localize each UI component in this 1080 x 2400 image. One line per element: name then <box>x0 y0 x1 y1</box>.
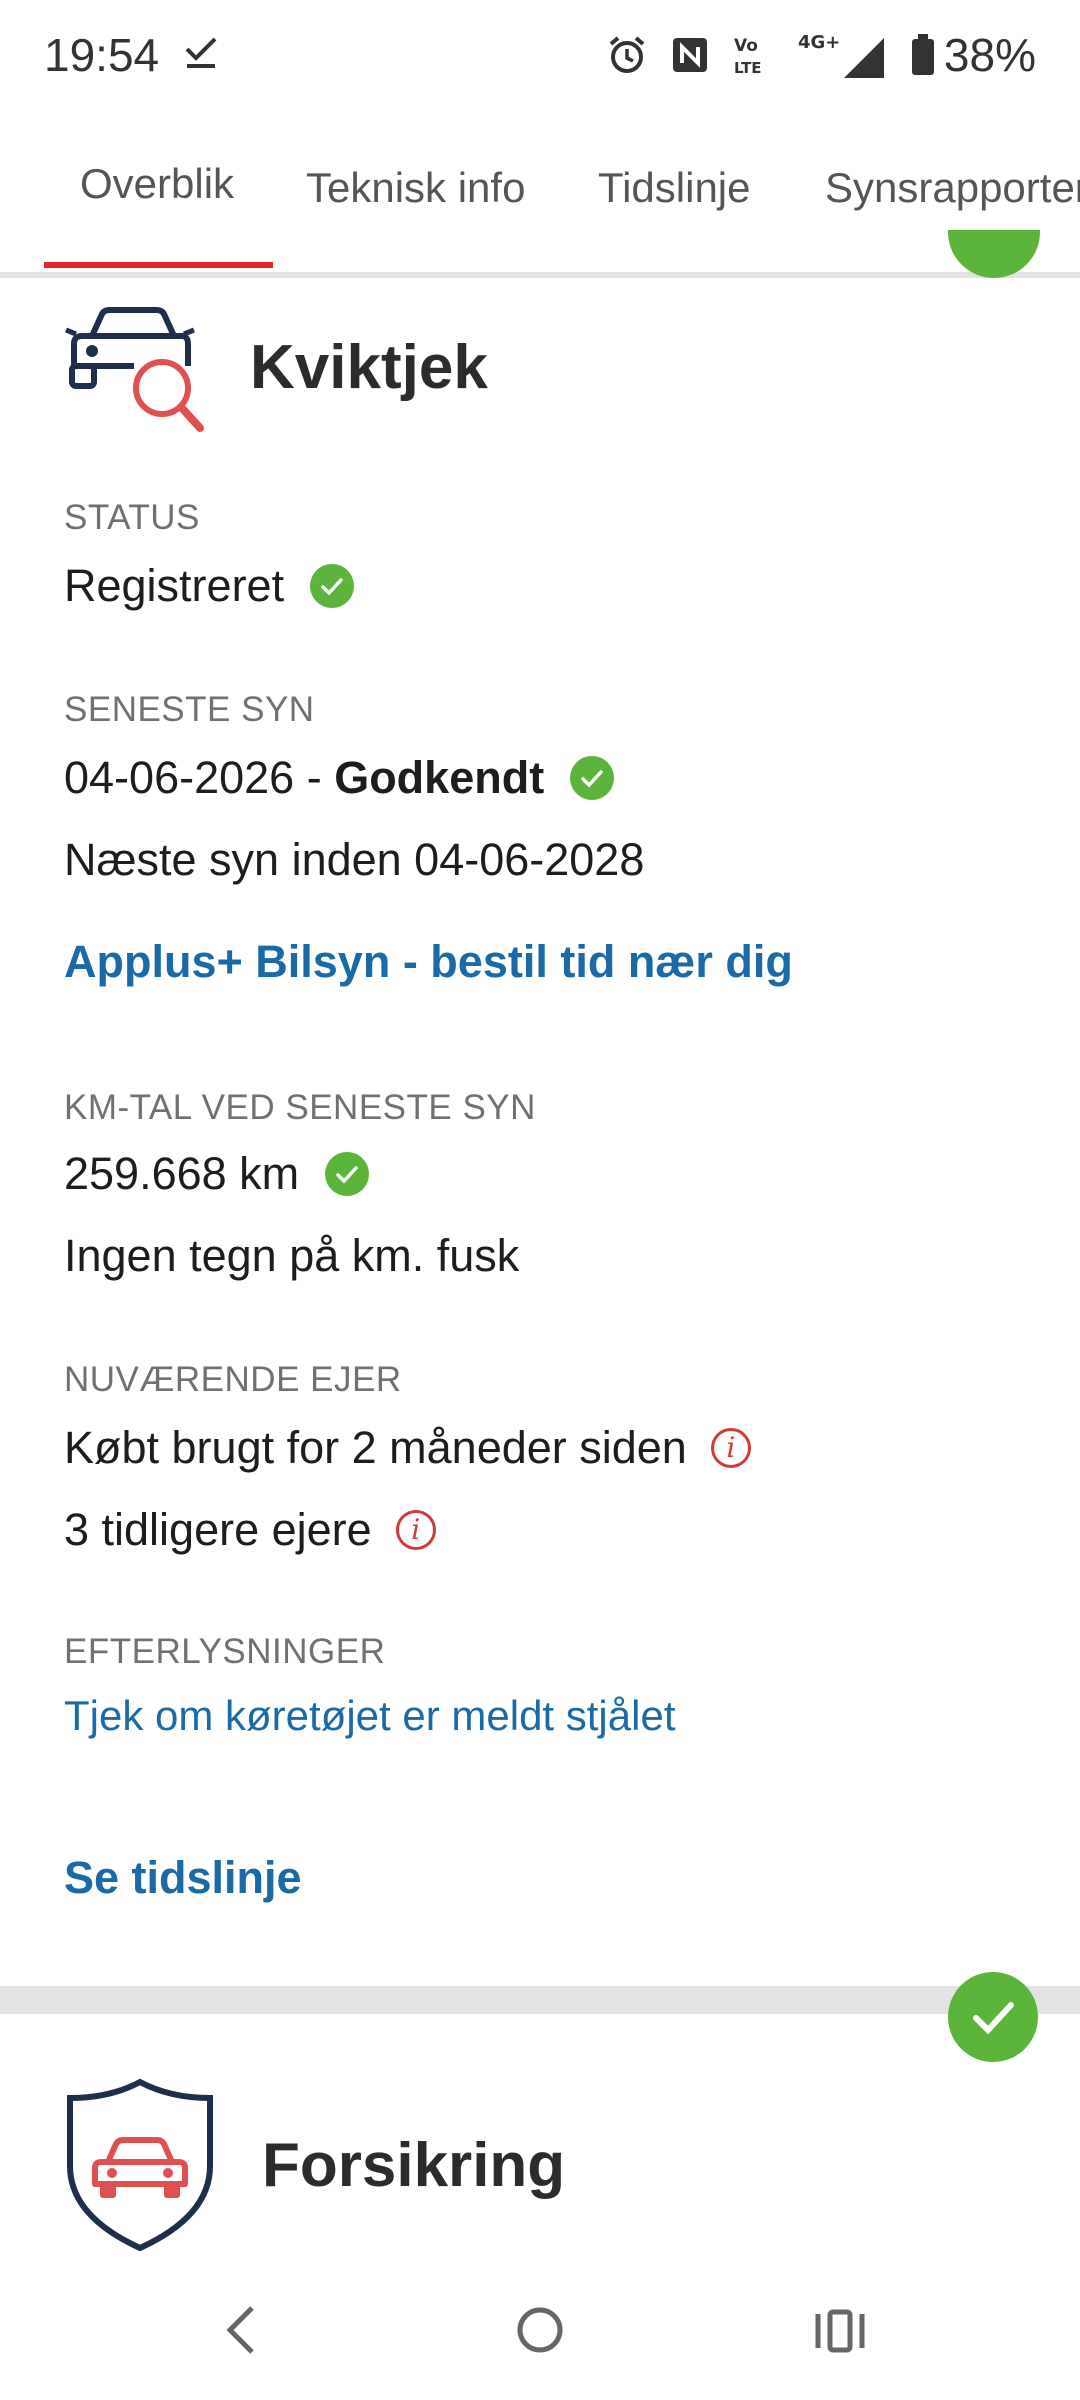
ejer-bought-row: Købt brugt for 2 måneder siden i <box>64 1422 751 1474</box>
ejer-bought: Købt brugt for 2 måneder siden <box>64 1422 687 1473</box>
status-bar: 19:54 Vo LTE 4G+ 38% <box>0 0 1080 110</box>
km-label: KM-TAL VED SENESTE SYN <box>64 1088 536 1127</box>
forsikring-check-icon <box>948 1972 1038 2062</box>
seneste-syn-label: SENESTE SYN <box>64 690 315 729</box>
info-icon[interactable]: i <box>395 1510 436 1550</box>
km-row: 259.668 km <box>64 1148 370 1200</box>
alarm-icon <box>606 34 648 76</box>
recents-icon[interactable] <box>810 2290 870 2375</box>
status-row: Registreret <box>64 560 355 612</box>
km-note: Ingen tegn på km. fusk <box>64 1230 520 1281</box>
system-nav-bar <box>0 2260 1080 2400</box>
tab-teknisk-info[interactable]: Teknisk info <box>306 164 525 212</box>
tab-overblik[interactable]: Overblik <box>80 160 234 208</box>
syn-date: 04-06-2026 <box>64 752 295 803</box>
next-syn-text: Næste syn inden 04-06-2028 <box>64 834 645 885</box>
home-icon[interactable] <box>512 2290 568 2375</box>
shield-car-icon <box>60 2076 220 2261</box>
tab-tidslinje[interactable]: Tidslinje <box>598 164 751 212</box>
car-search-icon <box>62 296 212 451</box>
volte-icon: Vo LTE <box>732 33 776 77</box>
active-tab-indicator <box>44 262 273 268</box>
battery-level: 38% <box>943 29 1036 81</box>
tab-bar: Overblik Teknisk info Tidslinje Synsrapp… <box>0 110 1080 278</box>
applus-booking-link[interactable]: Applus+ Bilsyn - bestil tid nær dig <box>64 936 793 988</box>
efterlysninger-label: EFTERLYSNINGER <box>64 1632 386 1671</box>
back-icon[interactable] <box>216 2290 266 2375</box>
forsikring-title: Forsikring <box>262 2131 566 2200</box>
svg-text:Vo: Vo <box>734 36 758 56</box>
see-timeline-link[interactable]: Se tidslinje <box>64 1852 302 1904</box>
kviktjek-title: Kviktjek <box>250 333 488 402</box>
status-check-badge <box>948 230 1040 278</box>
status-time: 19:54 <box>44 29 160 81</box>
status-label: STATUS <box>64 498 200 537</box>
nfc-icon <box>670 35 710 75</box>
svg-text:4G+: 4G+ <box>798 32 840 53</box>
tab-synsrapporter[interactable]: Synsrapporter <box>825 164 1080 212</box>
section-divider <box>0 1986 1080 2014</box>
check-circle-icon <box>310 564 355 608</box>
check-icon <box>181 28 221 82</box>
km-value: 259.668 km <box>64 1148 300 1199</box>
syn-separator: - <box>294 752 335 803</box>
check-circle-icon <box>570 756 615 800</box>
syn-result: Godkendt <box>334 752 545 803</box>
check-circle-icon <box>325 1152 370 1196</box>
battery-icon <box>910 33 936 77</box>
ejer-label: NUVÆRENDE EJER <box>64 1360 402 1399</box>
ejer-previous-row: 3 tidligere ejere i <box>64 1504 436 1556</box>
info-icon[interactable]: i <box>710 1428 751 1468</box>
status-value: Registreret <box>64 560 285 611</box>
stolen-check-link[interactable]: Tjek om køretøjet er meldt stjålet <box>64 1692 675 1740</box>
seneste-syn-row: 04-06-2026 - Godkendt <box>64 752 615 804</box>
svg-text:LTE: LTE <box>734 59 762 77</box>
ejer-previous: 3 tidligere ejere <box>64 1504 372 1555</box>
signal-4g-icon: 4G+ <box>798 30 888 80</box>
kviktjek-card: Kviktjek STATUS Registreret SENESTE SYN … <box>0 278 1080 1988</box>
